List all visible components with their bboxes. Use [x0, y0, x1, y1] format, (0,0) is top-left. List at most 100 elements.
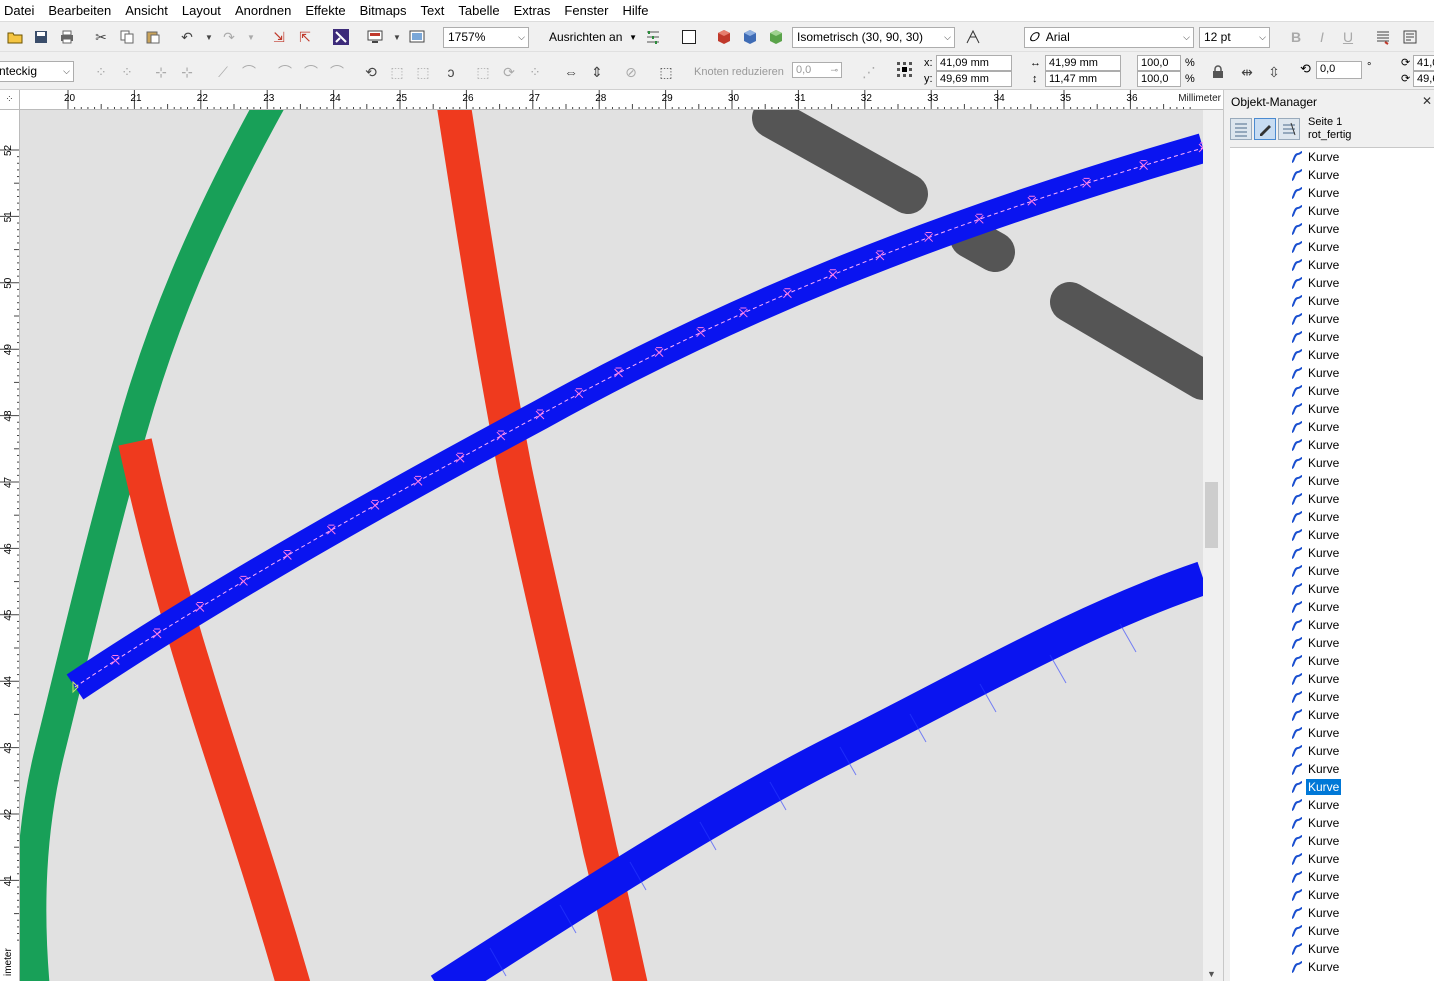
align-nodes-icon[interactable]: ⁘ — [526, 63, 544, 81]
cube-red-icon[interactable] — [715, 28, 733, 46]
height-field[interactable]: 11,47 mm — [1045, 71, 1121, 87]
rotation-field[interactable]: 0,0 — [1316, 61, 1362, 79]
delete-node-icon[interactable]: ⁘ — [118, 63, 136, 81]
tree-item-curve[interactable]: Kurve — [1288, 616, 1341, 634]
tree-item-curve[interactable]: Kurve — [1288, 364, 1341, 382]
tree-item-curve[interactable]: Kurve — [1288, 472, 1341, 490]
tree-item-curve[interactable]: Kurve — [1288, 580, 1341, 598]
gray-curve-top[interactable] — [752, 110, 928, 214]
text-frame-icon[interactable] — [1401, 28, 1419, 46]
extract-subpath-icon[interactable]: ⬚ — [414, 63, 432, 81]
lock-ratio-icon[interactable] — [1209, 63, 1227, 81]
menu-hilfe[interactable]: Hilfe — [619, 1, 659, 21]
extend-curve-icon[interactable]: ⬚ — [388, 63, 406, 81]
tree-item-curve[interactable]: Kurve — [1288, 382, 1341, 400]
rotate-nodes-icon[interactable]: ⟳ — [500, 63, 518, 81]
launcher-icon[interactable] — [332, 28, 350, 46]
tree-item-curve[interactable]: Kurve — [1288, 544, 1341, 562]
elastic-mode-icon[interactable]: ⊘ — [622, 63, 640, 81]
add-node-icon[interactable]: ⁘ — [92, 63, 110, 81]
tree-item-curve[interactable]: Kurve — [1288, 238, 1341, 256]
tree-item-curve[interactable]: Kurve — [1288, 148, 1341, 166]
print-icon[interactable] — [58, 28, 76, 46]
scrollbar-thumb[interactable] — [1205, 482, 1218, 548]
reference-point-icon[interactable] — [896, 61, 914, 79]
join-nodes-icon[interactable]: ⊹ — [152, 63, 170, 81]
tree-item-curve[interactable]: Kurve — [1288, 940, 1341, 958]
menu-bitmaps[interactable]: Bitmaps — [356, 1, 417, 21]
menu-fenster[interactable]: Fenster — [560, 1, 618, 21]
scale-x-field[interactable]: 100,0 — [1137, 55, 1181, 71]
tree-item-curve[interactable]: Kurve — [1288, 166, 1341, 184]
symmetric-node-icon[interactable]: ⌒ — [328, 63, 346, 81]
font-size-combo[interactable]: 12 pt ⌵ — [1199, 27, 1270, 48]
menu-anordnen[interactable]: Anordnen — [231, 1, 301, 21]
tree-item-curve[interactable]: Kurve — [1288, 868, 1341, 886]
ruler-origin[interactable]: ⁘ — [0, 90, 20, 110]
text-align-icon[interactable] — [1374, 28, 1392, 46]
tree-item-curve[interactable]: Kurve — [1288, 454, 1341, 472]
tree-item-curve[interactable]: Kurve — [1288, 346, 1341, 364]
cube-green-icon[interactable] — [767, 28, 785, 46]
underline-icon[interactable]: U — [1339, 28, 1357, 46]
panel-close-icon[interactable]: ✕ — [1422, 94, 1432, 108]
cube-blue-icon[interactable] — [741, 28, 759, 46]
export-icon[interactable]: ⇱ — [296, 28, 314, 46]
tree-item-curve[interactable]: Kurve — [1288, 220, 1341, 238]
tree-item-curve[interactable]: Kurve — [1288, 706, 1341, 724]
red-curve-left[interactable] — [118, 438, 311, 981]
menu-layout[interactable]: Layout — [178, 1, 231, 21]
italic-icon[interactable]: I — [1313, 28, 1331, 46]
rotation-center-y-field[interactable]: 49,6 — [1413, 71, 1434, 87]
cusp-node-icon[interactable]: ⌒ — [276, 63, 294, 81]
to-line-icon[interactable]: ⟋ — [214, 63, 232, 81]
tree-item-curve[interactable]: Kurve — [1288, 886, 1341, 904]
open-icon[interactable] — [6, 28, 24, 46]
tree-item-curve[interactable]: Kurve — [1288, 202, 1341, 220]
menu-datei[interactable]: Datei — [0, 1, 44, 21]
horizontal-ruler[interactable]: 20 21 22 23 24 25 26 27 28 29 30 31 32 33 34 35 36 Milli… — [20, 90, 1223, 110]
fullscreen-preview-icon[interactable] — [408, 28, 426, 46]
scale-y-field[interactable]: 100,0 — [1137, 71, 1181, 87]
import-icon[interactable]: ⇲ — [270, 28, 288, 46]
tree-item-curve[interactable]: Kurve — [1288, 400, 1341, 418]
rotation-center-x-field[interactable]: 41,0 — [1413, 55, 1434, 71]
gray-curve-mid[interactable] — [950, 218, 1015, 272]
gray-curve-right[interactable] — [1050, 282, 1203, 400]
save-icon[interactable] — [32, 28, 50, 46]
tree-item-curve[interactable]: Kurve — [1288, 634, 1341, 652]
layer-name[interactable]: rot_fertig — [1308, 129, 1351, 142]
edit-across-layers-icon[interactable] — [1254, 118, 1276, 140]
vanishing-point-icon[interactable] — [964, 28, 982, 46]
tree-item-curve[interactable]: Kurve — [1288, 310, 1341, 328]
tree-item-curve[interactable]: Kurve — [1288, 922, 1341, 940]
tree-item-curve[interactable]: Kurve — [1288, 652, 1341, 670]
close-curve-icon[interactable]: ↄ — [442, 63, 460, 81]
undo-icon[interactable]: ↶ — [178, 28, 196, 46]
reduce-nodes-label[interactable]: Knoten reduzieren — [694, 65, 784, 79]
stretch-nodes-icon[interactable]: ⬚ — [474, 63, 492, 81]
menu-effekte[interactable]: Effekte — [301, 1, 355, 21]
shape-mode-combo[interactable]: nteckig ⌵ — [0, 61, 74, 82]
tree-item-curve[interactable]: Kurve — [1288, 796, 1341, 814]
undo-dropdown-icon[interactable]: ▼ — [200, 28, 218, 46]
tree-item-curve[interactable]: Kurve — [1288, 958, 1341, 976]
tree-item-curve[interactable]: Kurve — [1288, 598, 1341, 616]
red-curve-right[interactable] — [437, 110, 648, 981]
zoom-level-combo[interactable]: 1757% ⌵ — [443, 27, 529, 48]
crosshair-icon[interactable]: ⋰ — [860, 63, 878, 81]
tree-item-curve[interactable]: Kurve — [1288, 274, 1341, 292]
mirror-h-icon[interactable]: ⇹ — [1238, 63, 1256, 81]
snap-to-dropdown[interactable]: Ausrichten an ▼ — [549, 27, 639, 48]
x-position-field[interactable]: 41,09 mm — [936, 55, 1012, 71]
tree-item-curve[interactable]: Kurve — [1288, 184, 1341, 202]
show-properties-icon[interactable] — [1230, 118, 1252, 140]
redo-dropdown-icon[interactable]: ▼ — [242, 28, 260, 46]
vertical-ruler[interactable]: 52 51 50 49 48 47 46 45 44 43 42 41 imeter — [0, 110, 20, 981]
snap-options-icon[interactable] — [644, 28, 662, 46]
tree-item-curve[interactable]: Kurve — [1288, 904, 1341, 922]
blue-curve-selected[interactable] — [66, 133, 1203, 700]
break-curve-icon[interactable]: ⊹ — [178, 63, 196, 81]
tree-item-curve[interactable]: Kurve — [1288, 292, 1341, 310]
font-name-combo[interactable]: 𝑂 Arial ⌵ — [1024, 27, 1194, 48]
